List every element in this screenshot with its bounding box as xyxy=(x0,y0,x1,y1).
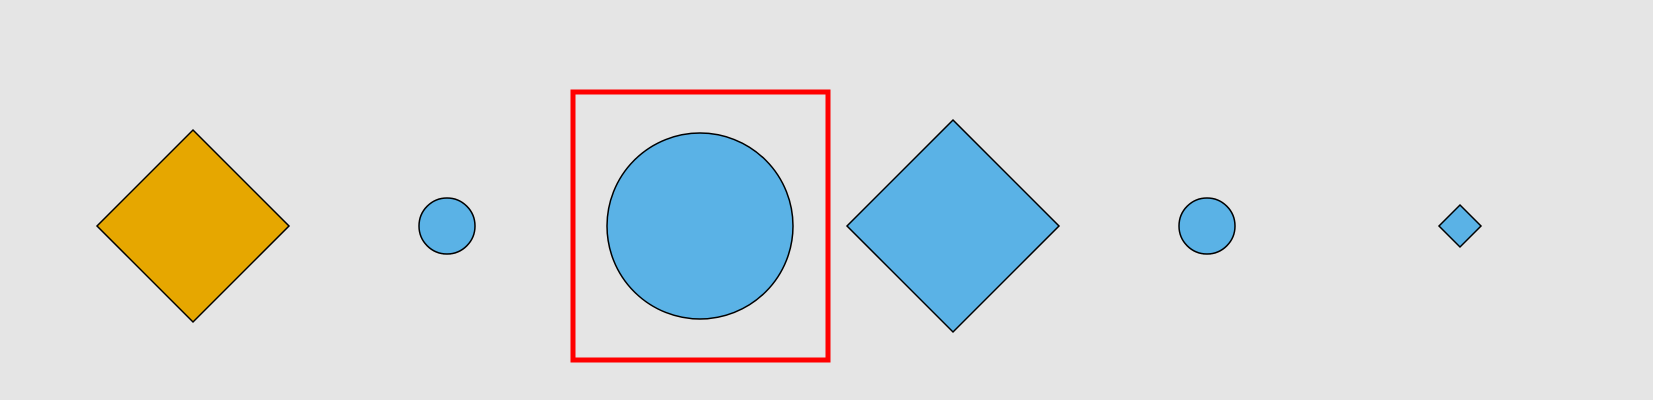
small-blue-circle-1[interactable] xyxy=(418,197,476,255)
small-blue-circle-2[interactable] xyxy=(1178,197,1236,255)
large-blue-circle[interactable] xyxy=(606,132,794,320)
shape-canvas xyxy=(0,0,1653,400)
